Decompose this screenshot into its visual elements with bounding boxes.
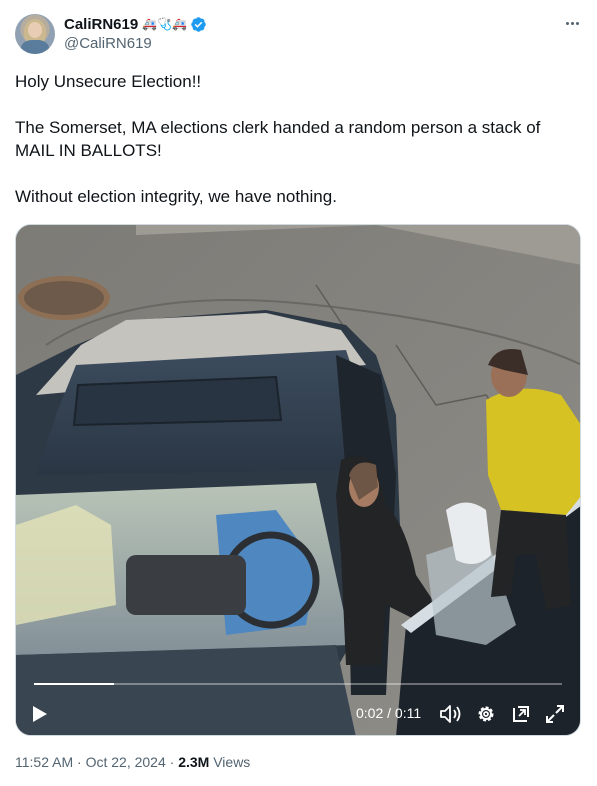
video-frame bbox=[16, 225, 580, 735]
play-icon bbox=[33, 706, 47, 722]
author-name-emoji: 🚑🩺🚑 bbox=[142, 17, 188, 31]
fullscreen-button[interactable] bbox=[543, 702, 567, 726]
author-handle[interactable]: @CaliRN619 bbox=[64, 35, 152, 52]
expand-icon bbox=[546, 705, 564, 723]
gear-icon bbox=[478, 706, 494, 722]
views-label: Views bbox=[213, 754, 251, 770]
meta-separator: · bbox=[77, 754, 82, 770]
tweet-paragraph: Holy Unsecure Election!! bbox=[15, 72, 202, 91]
tweet-paragraph: The Somerset, MA elections clerk handed … bbox=[15, 118, 541, 160]
views-count: 2.3M bbox=[178, 754, 210, 770]
volume-icon bbox=[440, 705, 461, 723]
verified-badge-icon bbox=[191, 16, 206, 32]
tweet-meta: 11:52 AM · Oct 22, 2024 · 2.3M Views bbox=[15, 754, 250, 770]
tweet-time[interactable]: 11:52 AM bbox=[15, 754, 73, 770]
video-time: 0:02 / 0:11 bbox=[356, 705, 422, 721]
author-display-name[interactable]: CaliRN619 bbox=[64, 16, 138, 33]
volume-button[interactable] bbox=[438, 702, 464, 726]
picture-in-picture-button[interactable] bbox=[509, 702, 533, 726]
more-dot-icon bbox=[570, 21, 574, 25]
tweet-paragraph: Without election integrity, we have noth… bbox=[15, 187, 337, 206]
avatar[interactable] bbox=[15, 14, 55, 54]
meta-separator: · bbox=[169, 754, 175, 770]
more-options-button[interactable] bbox=[561, 12, 583, 34]
more-dot-icon bbox=[565, 21, 569, 25]
more-dot-icon bbox=[575, 21, 579, 25]
avatar-face bbox=[28, 22, 42, 38]
avatar-body bbox=[21, 40, 49, 54]
video-player[interactable]: 0:02 / 0:11 bbox=[15, 224, 581, 736]
picture-in-picture-icon bbox=[513, 706, 529, 722]
tweet-text: Holy Unsecure Election!! The Somerset, M… bbox=[15, 70, 575, 231]
tweet-date[interactable]: Oct 22, 2024 bbox=[86, 754, 166, 770]
play-button[interactable] bbox=[28, 701, 52, 727]
author-name-row: CaliRN619 🚑🩺🚑 bbox=[64, 14, 207, 34]
settings-button[interactable] bbox=[474, 702, 498, 726]
video-progress-fill bbox=[34, 683, 114, 685]
